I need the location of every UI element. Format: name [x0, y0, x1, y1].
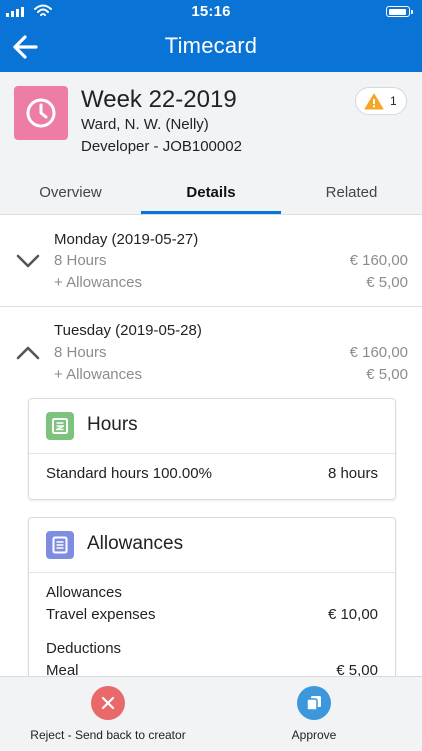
approve-icon [306, 696, 321, 711]
hours-card-header: Hours [29, 399, 395, 454]
day-hours-label: 8 Hours [54, 252, 107, 269]
tab-overview[interactable]: Overview [0, 184, 141, 216]
status-bar: 15:16 [0, 0, 422, 24]
allowance-item-value: € 10,00 [327, 606, 378, 623]
hours-row-label: Standard hours 100.00% [46, 465, 212, 482]
day-hours-amount: € 160,00 [349, 252, 408, 269]
day-allowance-label: + Allowances [54, 366, 142, 383]
allowance-item-label: Travel expenses [46, 606, 156, 623]
record-title: Week 22-2019 [81, 86, 237, 113]
day-allowance-label: + Allowances [54, 274, 142, 291]
nav-bar: 15:16 Timecard [0, 0, 422, 72]
approve-button[interactable] [297, 686, 331, 720]
day-allowance-amount: € 5,00 [366, 366, 408, 383]
record-header: Week 22-2019 Ward, N. W. (Nelly) Develop… [0, 72, 422, 216]
reject-label[interactable]: Reject - Send back to creator [14, 728, 202, 742]
warning-count: 1 [390, 94, 397, 108]
day-hours-label: 8 Hours [54, 344, 107, 361]
page-title: Timecard [164, 33, 258, 58]
deductions-section-title: Deductions [46, 640, 122, 657]
allowances-section-title: Allowances [46, 584, 122, 601]
close-icon [101, 696, 115, 710]
tab-related[interactable]: Related [281, 184, 422, 216]
warning-badge[interactable]: 1 [355, 87, 407, 115]
day-hours-amount: € 160,00 [349, 344, 408, 361]
list-icon [46, 531, 74, 559]
day-row-monday[interactable]: Monday (2019-05-27) 8 Hours € 160,00 + A… [0, 215, 422, 306]
warning-triangle-icon [364, 93, 384, 110]
clock-icon [14, 86, 68, 140]
allowances-card-header: Allowances [29, 518, 395, 573]
day-title: Monday (2019-05-27) [54, 231, 199, 248]
day-allowance-amount: € 5,00 [366, 274, 408, 291]
battery-icon [386, 6, 413, 17]
allowances-card-title: Allowances [87, 533, 184, 554]
reject-button[interactable] [91, 686, 125, 720]
hours-row-value: 8 hours [327, 465, 378, 482]
record-person: Ward, N. W. (Nelly) [81, 116, 209, 133]
timesheet-icon [46, 412, 74, 440]
chevron-down-icon[interactable] [15, 253, 41, 269]
status-time: 15:16 [191, 3, 231, 20]
day-title: Tuesday (2019-05-28) [54, 322, 202, 339]
day-row-tuesday[interactable]: Tuesday (2019-05-28) 8 Hours € 160,00 + … [0, 307, 422, 397]
action-bar: Reject - Send back to creator Approve [0, 676, 422, 751]
chevron-up-icon[interactable] [15, 345, 41, 361]
approve-label[interactable]: Approve [264, 728, 364, 742]
hours-card: Hours Standard hours 100.00% 8 hours [28, 398, 396, 500]
record-assignment: Developer - JOB100002 [81, 138, 242, 155]
hours-card-title: Hours [87, 414, 138, 435]
